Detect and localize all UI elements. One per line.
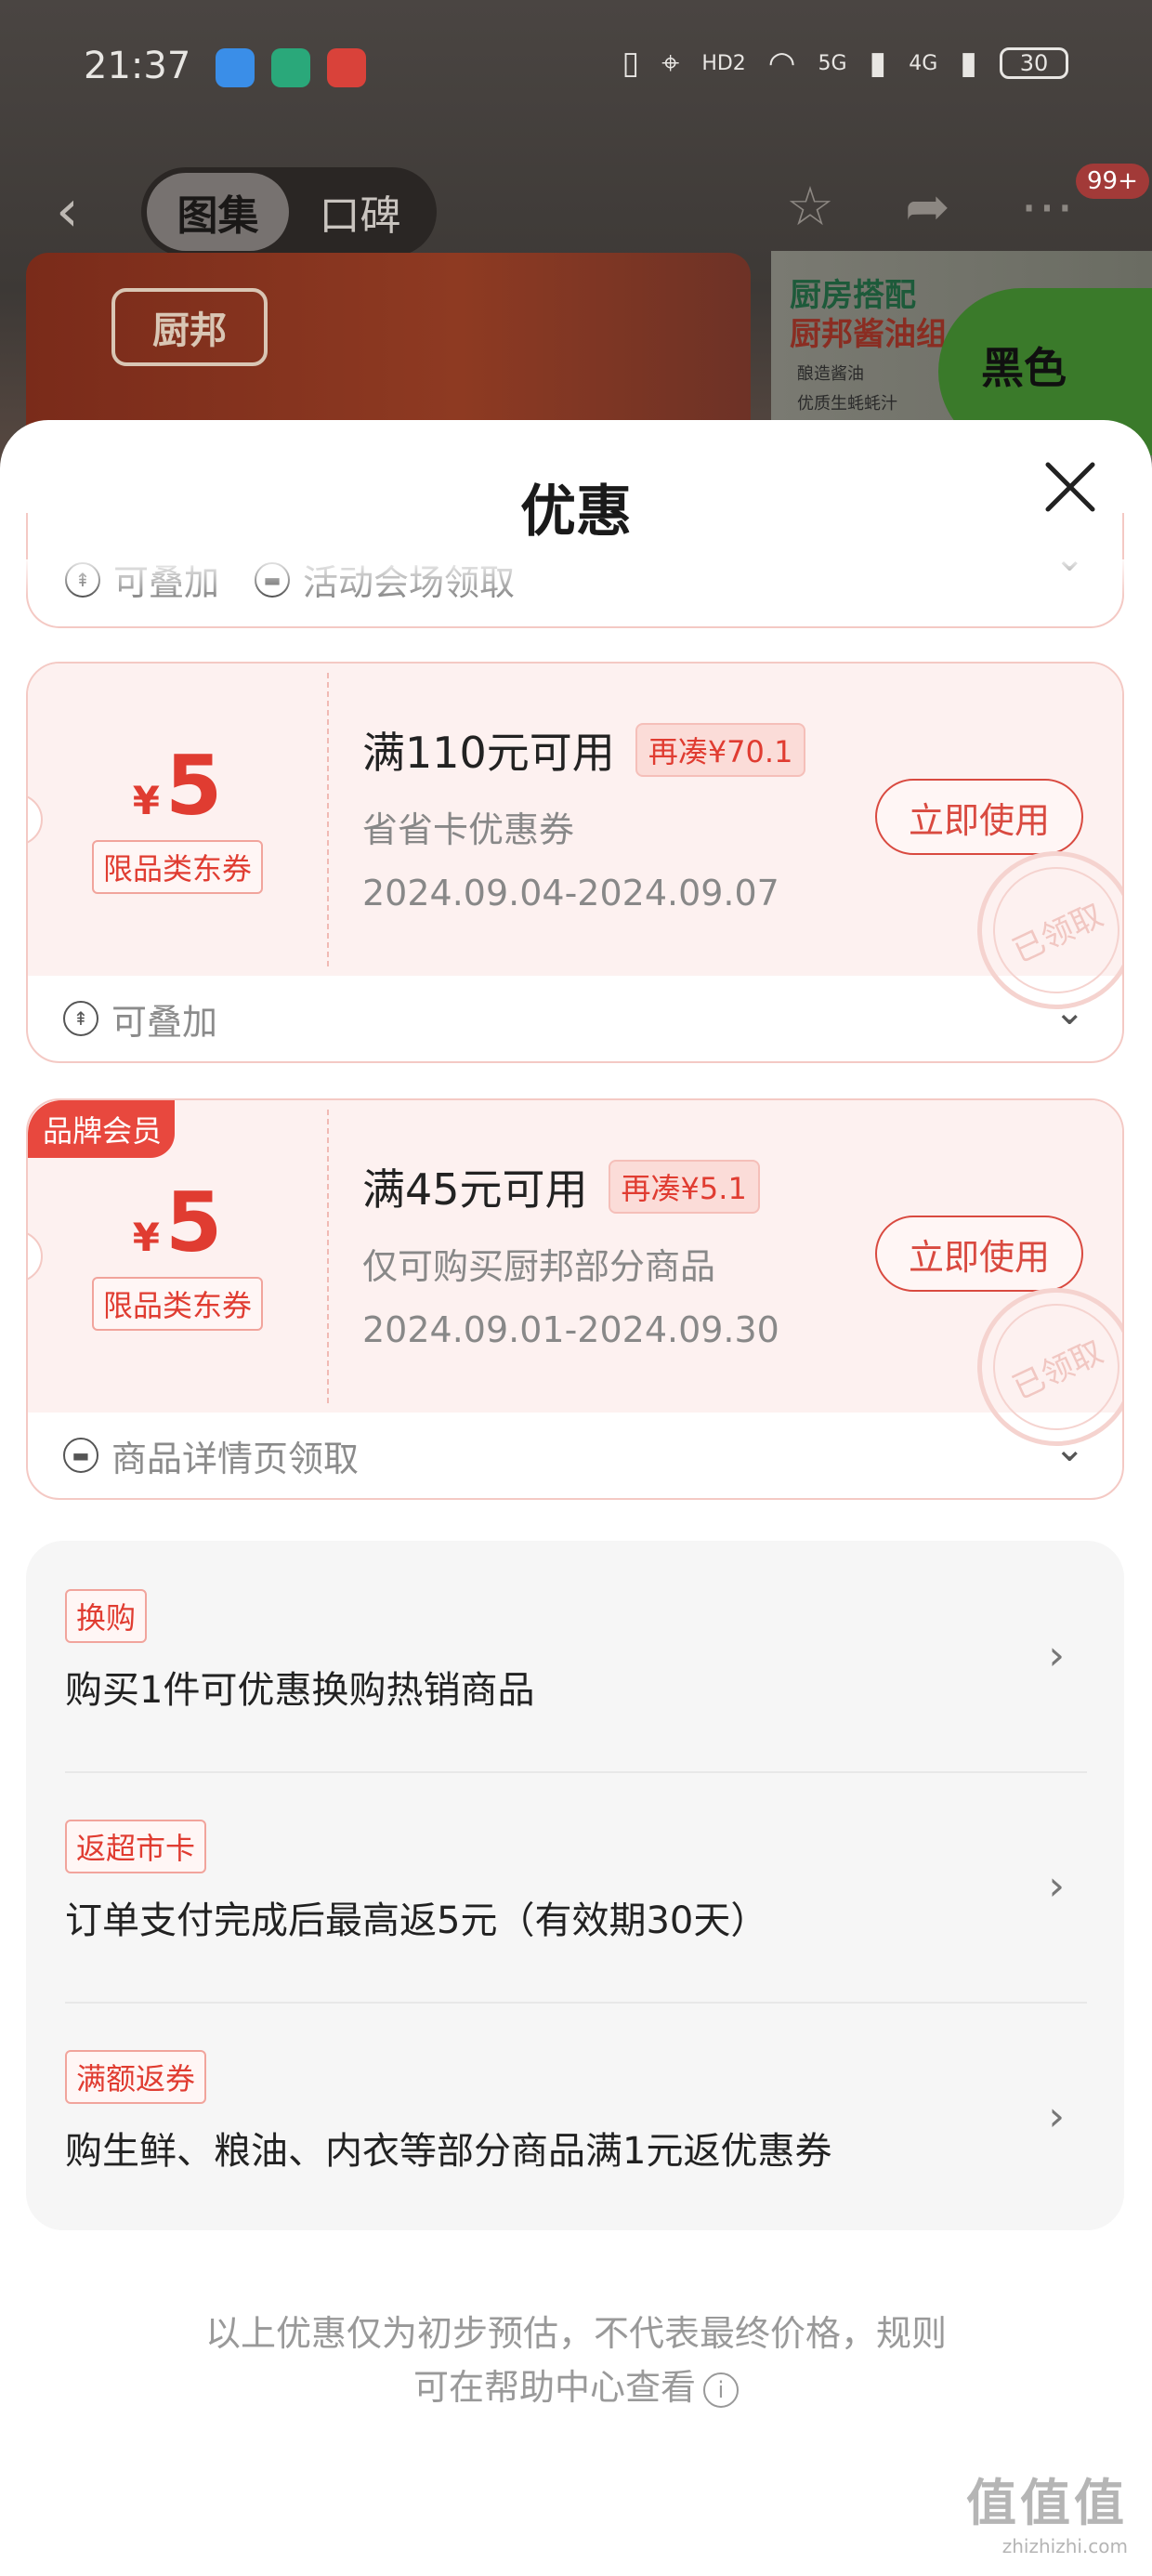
coupon-dates: 2024.09.01-2024.09.30 bbox=[362, 1309, 779, 1350]
top-nav: ‹ 图集 口碑 ☆ ➦ ⋯ 99+ bbox=[0, 164, 1152, 260]
coupon-amount: ¥ 5 bbox=[133, 745, 222, 827]
coupon-footer-label: 可叠加 bbox=[111, 1001, 218, 1043]
amount-value: 5 bbox=[165, 1175, 223, 1270]
currency-symbol: ¥ bbox=[132, 1215, 160, 1260]
coupon-divider bbox=[327, 1110, 329, 1403]
coupon-amount: ¥ 5 bbox=[133, 1182, 222, 1264]
coupon-description: 仅可购买厨邦部分商品 bbox=[362, 1246, 716, 1287]
watermark-url: zhizhizhi.com bbox=[1001, 2535, 1128, 2557]
5g-label: 5G bbox=[818, 51, 847, 75]
use-now-button[interactable]: 立即使用 bbox=[875, 779, 1083, 855]
watermark-logo: 值值值 bbox=[966, 2474, 1128, 2532]
tab-switcher: 图集 口碑 bbox=[141, 167, 437, 256]
coupon-footer[interactable]: ▬ 商品详情页领取 ⌄ bbox=[28, 1413, 1122, 1498]
promo-blob-text: 黑色 bbox=[981, 343, 1067, 393]
coupon-divider bbox=[327, 673, 329, 966]
promotions-list: 换购 购买1件可优惠换购热销商品 › 返超市卡 订单支付完成后最高返5元（有效期… bbox=[26, 1541, 1124, 2230]
promotion-tag: 返超市卡 bbox=[65, 1820, 207, 1873]
4g-label: 4G bbox=[909, 51, 938, 75]
claimed-stamp-text: 已领取 bbox=[1006, 1333, 1109, 1407]
chevron-down-icon[interactable]: ⌄ bbox=[1054, 1427, 1085, 1470]
side-banner-bullet2: 优质生蚝蚝汁 bbox=[797, 394, 897, 414]
chevron-right-icon: › bbox=[1048, 1632, 1065, 1679]
battery-level: 30 bbox=[1019, 50, 1049, 76]
coupon-footer-label: 商品详情页领取 bbox=[111, 1438, 360, 1479]
stack-icon: ⇞ bbox=[63, 1001, 98, 1036]
currency-symbol: ¥ bbox=[132, 778, 160, 823]
disclaimer-line2: 可在帮助中心查看 bbox=[412, 2367, 696, 2408]
promotion-item[interactable]: 满额返券 购生鲜、粮油、内衣等部分商品满1元返优惠券 › bbox=[65, 2002, 1087, 2232]
amount-value: 5 bbox=[165, 738, 223, 834]
coupon-type-tag: 限品类东券 bbox=[91, 1277, 263, 1331]
coupon-card: ¥ 5 限品类东券 满110元可用 再凑¥70.1 省省卡优惠券 2024.09… bbox=[26, 662, 1124, 1063]
zhi-app-icon bbox=[327, 48, 366, 87]
back-arrow-icon[interactable]: ‹ bbox=[56, 177, 79, 244]
redeem-tag: 再凑¥70.1 bbox=[635, 723, 806, 777]
discount-sheet: 优惠 ⇞ 可叠加 ▬ 活动会场领取 ⌄ ¥ 5 限品类东券 bbox=[0, 420, 1152, 2576]
scroll-fade bbox=[0, 559, 1152, 597]
watermark: 值值值 zhizhizhi.com bbox=[966, 2462, 1128, 2557]
battery-icon: 30 bbox=[1000, 47, 1068, 79]
use-now-button[interactable]: 立即使用 bbox=[875, 1216, 1083, 1292]
disclaimer: 以上优惠仅为初步预估，不代表最终价格，规则 可在帮助中心查看 i bbox=[0, 2307, 1152, 2414]
coupon-type-tag: 限品类东券 bbox=[91, 840, 263, 894]
tab-reviews[interactable]: 口碑 bbox=[289, 173, 431, 251]
info-icon[interactable]: i bbox=[703, 2372, 739, 2408]
vibrate-icon: ▯ bbox=[622, 45, 640, 82]
signal-icon: ▮ bbox=[869, 45, 887, 82]
promotion-item[interactable]: 返超市卡 订单支付完成后最高返5元（有效期30天） › bbox=[65, 1771, 1087, 2002]
chevron-right-icon: › bbox=[1048, 1862, 1065, 1910]
promotion-text: 订单支付完成后最高返5元（有效期30天） bbox=[65, 1899, 768, 1942]
signal-icon: ▮ bbox=[960, 45, 977, 82]
coupon-condition: 满45元可用 bbox=[362, 1164, 588, 1215]
status-icons: ▯ ⌖ HD2 ◠ 5G ▮ 4G ▮ 30 bbox=[622, 45, 1068, 82]
promotion-tag: 换购 bbox=[65, 1589, 148, 1643]
brand-logo: 厨邦 bbox=[111, 288, 268, 366]
redeem-tag: 再凑¥5.1 bbox=[608, 1160, 760, 1214]
star-icon[interactable]: ☆ bbox=[786, 175, 834, 238]
mi-home-app-icon bbox=[271, 48, 310, 87]
hd-label: HD2 bbox=[701, 51, 746, 75]
coupon-card: 品牌会员 ¥ 5 限品类东券 满45元可用 再凑¥5.1 仅可购买厨邦部分商品 … bbox=[26, 1098, 1124, 1500]
coupon-description: 省省卡优惠券 bbox=[362, 809, 575, 850]
chevron-down-icon[interactable]: ⌄ bbox=[1054, 991, 1085, 1033]
weather-app-icon bbox=[216, 48, 255, 87]
share-icon[interactable]: ➦ bbox=[905, 175, 950, 238]
promotion-item[interactable]: 换购 购买1件可优惠换购热销商品 › bbox=[65, 1541, 1087, 1771]
side-banner-line2: 厨邦酱油组 bbox=[790, 316, 948, 353]
ticket-icon: ▬ bbox=[63, 1438, 98, 1473]
promotion-text: 购生鲜、粮油、内衣等部分商品满1元返优惠券 bbox=[65, 2130, 832, 2173]
promotion-tag: 满额返券 bbox=[65, 2050, 207, 2104]
location-icon: ⌖ bbox=[661, 45, 680, 82]
member-badge: 品牌会员 bbox=[28, 1100, 176, 1158]
coupon-footer[interactable]: ⇞ 可叠加 ⌄ bbox=[28, 976, 1122, 1061]
coupon-dates: 2024.09.04-2024.09.07 bbox=[362, 873, 779, 913]
side-banner-bullet1: 酿造酱油 bbox=[797, 364, 864, 384]
tab-gallery[interactable]: 图集 bbox=[147, 173, 289, 251]
chevron-right-icon: › bbox=[1048, 2093, 1065, 2140]
claimed-stamp-text: 已领取 bbox=[1006, 896, 1109, 970]
close-icon[interactable] bbox=[1041, 457, 1100, 517]
message-badge: 99+ bbox=[1076, 164, 1149, 199]
coupon-condition: 满110元可用 bbox=[362, 728, 615, 778]
status-bar: 21:37 ▯ ⌖ HD2 ◠ 5G ▮ 4G ▮ 30 bbox=[0, 0, 1152, 139]
wifi-icon: ◠ bbox=[767, 45, 796, 82]
status-time: 21:37 bbox=[84, 45, 191, 87]
disclaimer-line1: 以上优惠仅为初步预估，不代表最终价格，规则 bbox=[204, 2313, 947, 2354]
promotion-text: 购买1件可优惠换购热销商品 bbox=[65, 1669, 535, 1712]
more-icon[interactable]: ⋯ bbox=[1020, 175, 1074, 238]
